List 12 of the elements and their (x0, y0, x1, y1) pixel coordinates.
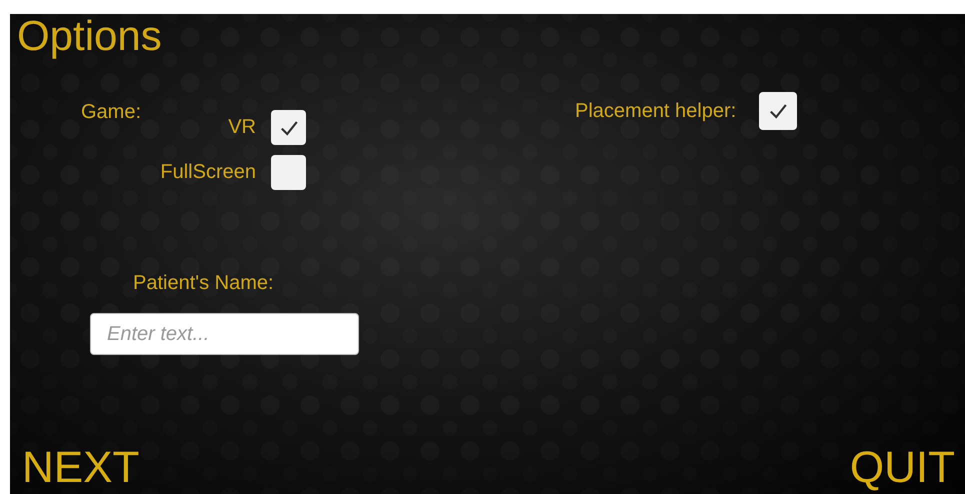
checkbox[interactable] (271, 155, 306, 190)
next-button[interactable]: NEXT (22, 446, 140, 490)
quit-button[interactable]: QUIT (850, 446, 955, 490)
page-title: Options (17, 14, 163, 58)
option-label: FullScreen (159, 161, 256, 184)
name-input-field[interactable]: Enter text... (90, 313, 359, 355)
section-label: Game: (81, 102, 142, 122)
option-label: VR (227, 116, 256, 139)
checkbox[interactable] (759, 92, 798, 130)
checkbox[interactable] (271, 110, 306, 145)
field-label: Patient's Name: (133, 272, 275, 295)
option-label: Placement helper: (575, 100, 736, 122)
